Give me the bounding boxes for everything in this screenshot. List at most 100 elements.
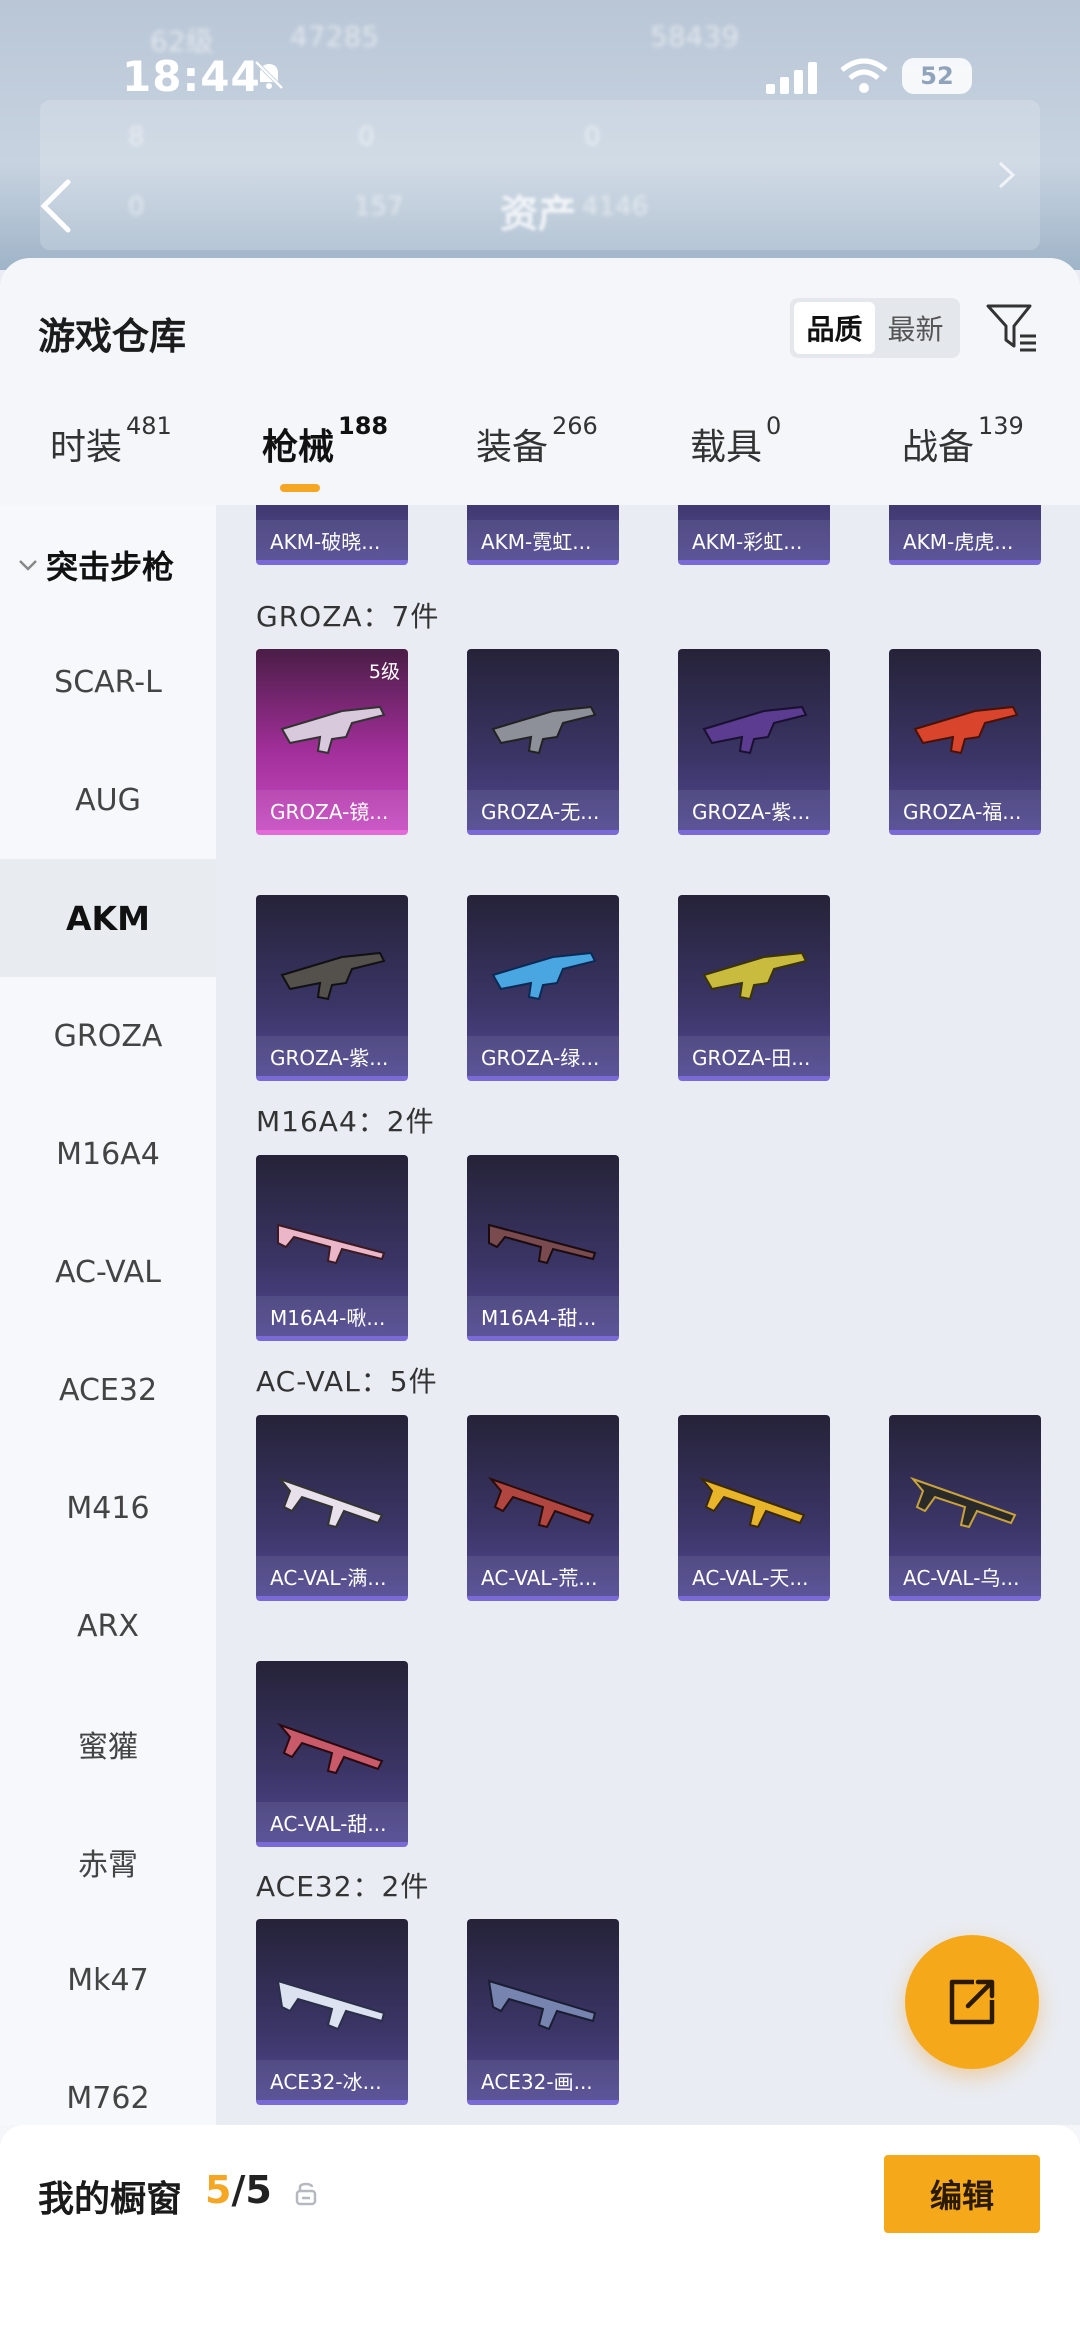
skin-name: AC-VAL-乌...	[889, 1556, 1041, 1596]
stat-d: 0	[128, 192, 145, 222]
status-bar: 18:44 52	[0, 52, 1080, 112]
group-label-groza: GROZA：7件	[256, 600, 440, 633]
sidebar-item-honey-badger[interactable]: 蜜獾	[0, 1685, 216, 1803]
sort-toggle: 品质 最新	[790, 298, 960, 358]
skin-name: AKM-破晓...	[256, 520, 408, 560]
skin-name: AC-VAL-甜...	[256, 1802, 408, 1842]
tab-count: 0	[766, 412, 782, 440]
skin-card[interactable]: M16A4-啾...	[256, 1155, 408, 1341]
sidebar-item-ac-val[interactable]: AC-VAL	[0, 1213, 216, 1331]
skin-card[interactable]: AKM-霓虹...	[467, 505, 619, 565]
showcase-total: 5	[245, 2168, 272, 2212]
rifle-icon	[698, 1476, 806, 1529]
skin-name: ACE32-画...	[467, 2060, 619, 2100]
sort-newest-option[interactable]: 最新	[875, 302, 956, 354]
skin-name: M16A4-甜...	[467, 1296, 619, 1336]
showcase-bar: 我的橱窗 5/5 编辑	[0, 2125, 1080, 2347]
skin-name: AC-VAL-满...	[256, 1556, 408, 1596]
skin-card[interactable]: GROZA-无...	[467, 649, 619, 835]
sort-quality-option[interactable]: 品质	[794, 302, 875, 354]
skin-name: AC-VAL-天...	[678, 1556, 830, 1596]
assets-label[interactable]: 资产	[500, 183, 576, 238]
skin-name: GROZA-田...	[678, 1036, 830, 1076]
tab-label: 枪械	[262, 427, 335, 468]
sidebar-category-assault-rifle[interactable]: 突击步枪	[0, 505, 216, 625]
tab-count: 266	[552, 412, 598, 440]
sidebar-item-scar-l[interactable]: SCAR-L	[0, 623, 216, 741]
edit-button[interactable]: 编辑	[884, 2155, 1040, 2233]
sidebar-item-mk47[interactable]: Mk47	[0, 1921, 216, 2039]
header-coins: 47285	[290, 20, 380, 53]
battery-indicator: 52	[902, 58, 972, 94]
group-label-m16a4: M16A4：2件	[256, 1105, 435, 1138]
weapon-type-sidebar: 突击步枪 SCAR-L AUG AKM GROZA M16A4 AC-VAL A…	[0, 505, 216, 2125]
skin-name: GROZA-绿...	[467, 1036, 619, 1076]
skin-card[interactable]: GROZA-福...	[889, 649, 1041, 835]
chevron-right-icon[interactable]	[996, 160, 1018, 190]
tab-supplies[interactable]: 战备139	[902, 412, 1024, 470]
sidebar-item-m16a4[interactable]: M16A4	[0, 1095, 216, 1213]
skin-card[interactable]: GROZA-绿...	[467, 895, 619, 1081]
tab-equipment[interactable]: 装备266	[476, 412, 598, 470]
back-arrow-icon[interactable]	[38, 178, 74, 234]
skin-name: ACE32-冰...	[256, 2060, 408, 2100]
level-badge: 5级	[368, 661, 400, 683]
share-button[interactable]	[905, 1935, 1039, 2069]
stat-e: 157	[354, 192, 404, 222]
rifle-icon	[280, 705, 386, 755]
skin-card[interactable]: AC-VAL-乌...	[889, 1415, 1041, 1601]
sidebar-item-m762[interactable]: M762	[0, 2039, 216, 2125]
skin-card[interactable]: M16A4-甜...	[467, 1155, 619, 1341]
sidebar-item-aug[interactable]: AUG	[0, 741, 216, 859]
tab-label: 载具	[690, 427, 763, 468]
tab-count: 139	[978, 412, 1024, 440]
rifle-icon	[276, 1979, 386, 2031]
rifle-icon	[277, 1223, 386, 1265]
skin-card[interactable]: ACE32-冰...	[256, 1919, 408, 2105]
skin-card[interactable]: AC-VAL-满...	[256, 1415, 408, 1601]
skin-name: M16A4-啾...	[256, 1296, 408, 1336]
skin-name: GROZA-镜...	[256, 790, 408, 830]
filter-icon[interactable]	[984, 300, 1040, 356]
sidebar-item-akm[interactable]: AKM	[0, 859, 216, 977]
status-time: 18:44	[122, 52, 261, 101]
showcase-count: 5/5	[205, 2168, 272, 2212]
tab-firearms[interactable]: 枪械188	[262, 412, 388, 470]
skin-card[interactable]: AC-VAL-甜...	[256, 1661, 408, 1847]
sidebar-item-ace32[interactable]: ACE32	[0, 1331, 216, 1449]
weapon-grid: AKM-破晓... AKM-霓虹... AKM-彩虹... AKM-虎虎... …	[216, 505, 1080, 2125]
mute-bell-icon	[254, 60, 284, 90]
sidebar-category-label: 突击步枪	[46, 548, 175, 586]
sidebar-item-arx[interactable]: ARX	[0, 1567, 216, 1685]
assets-value: 4146	[582, 192, 649, 222]
skin-card[interactable]: ACE32-画...	[467, 1919, 619, 2105]
tab-count: 481	[126, 412, 172, 440]
profile-header-background: 62级 47285 58439 8 0 0 0 157 资产 4146	[0, 0, 1080, 270]
tab-vehicles[interactable]: 载具0	[690, 412, 781, 470]
skin-card[interactable]: GROZA-田...	[678, 895, 830, 1081]
skin-card[interactable]: AKM-彩虹...	[678, 505, 830, 565]
rifle-icon	[702, 951, 808, 1001]
skin-name: AKM-霓虹...	[467, 520, 619, 560]
skin-card[interactable]: AKM-虎虎...	[889, 505, 1041, 565]
stat-b: 0	[358, 122, 375, 152]
sidebar-item-chixiao[interactable]: 赤霄	[0, 1803, 216, 1921]
rifle-icon	[487, 1979, 597, 2031]
skin-card[interactable]: AC-VAL-天...	[678, 1415, 830, 1601]
sidebar-item-groza[interactable]: GROZA	[0, 977, 216, 1095]
sidebar-item-m416[interactable]: M416	[0, 1449, 216, 1567]
skin-card[interactable]: GROZA-紫...	[678, 649, 830, 835]
tab-fashion[interactable]: 时装481	[50, 412, 172, 470]
lock-icon[interactable]	[294, 2180, 318, 2206]
chevron-down-icon	[19, 560, 37, 571]
skin-name: GROZA-紫...	[678, 790, 830, 830]
rifle-icon	[913, 705, 1019, 755]
skin-card[interactable]: GROZA-紫...	[256, 895, 408, 1081]
skin-name: GROZA-紫...	[256, 1036, 408, 1076]
skin-name: GROZA-无...	[467, 790, 619, 830]
skin-card[interactable]: 5级 GROZA-镜...	[256, 649, 408, 835]
signal-icon	[766, 62, 817, 94]
showcase-current: 5	[205, 2168, 232, 2212]
skin-card[interactable]: AC-VAL-荒...	[467, 1415, 619, 1601]
skin-card[interactable]: AKM-破晓...	[256, 505, 408, 565]
